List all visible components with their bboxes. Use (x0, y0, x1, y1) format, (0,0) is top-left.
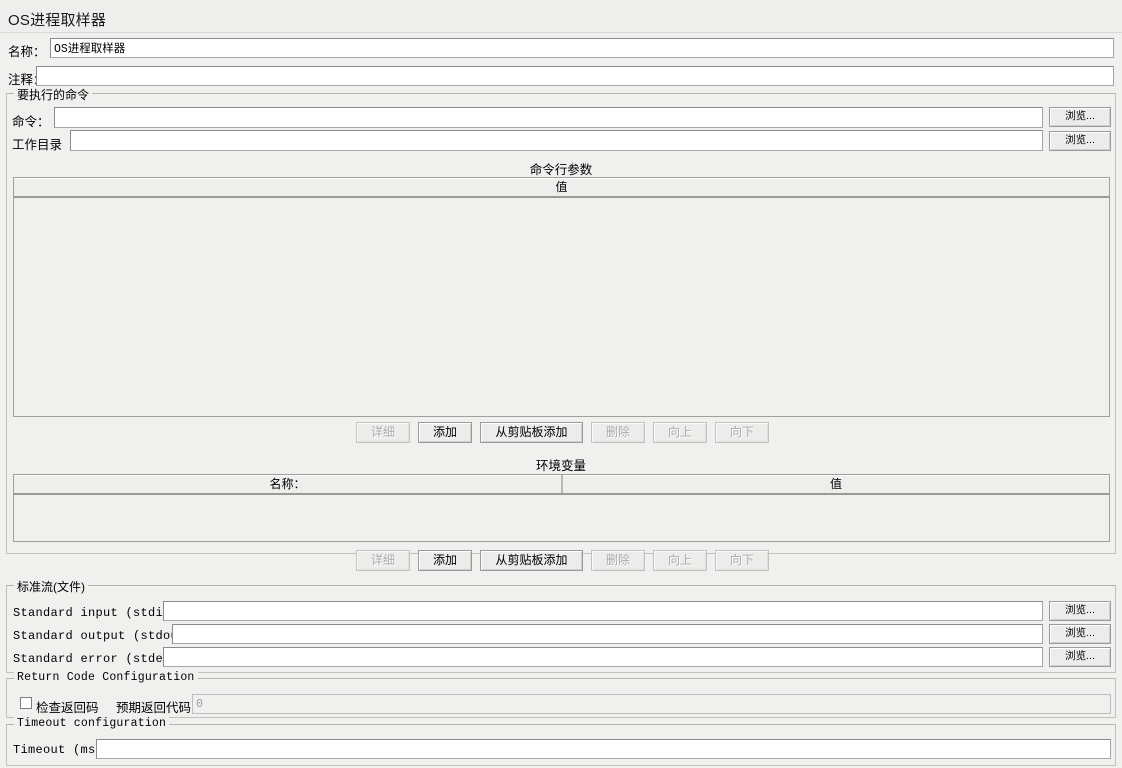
command-input[interactable] (54, 107, 1043, 128)
environment-table[interactable]: 名称： 值 (13, 474, 1110, 542)
stdin-input[interactable] (163, 601, 1043, 621)
command-label: 命令： (12, 115, 50, 129)
environment-add-from-clipboard-button[interactable]: 从剪贴板添加 (480, 550, 583, 571)
check-return-code-checkbox[interactable] (20, 697, 32, 709)
arguments-table[interactable]: 值 (13, 177, 1110, 417)
stderr-input[interactable] (163, 647, 1043, 667)
environment-up-button[interactable]: 向上 (653, 550, 707, 571)
workdir-input[interactable] (70, 130, 1043, 151)
arguments-delete-button[interactable]: 删除 (591, 422, 645, 443)
arguments-add-button[interactable]: 添加 (418, 422, 472, 443)
timeout-input[interactable] (96, 739, 1111, 759)
environment-down-button[interactable]: 向下 (715, 550, 769, 571)
os-process-sampler-window: OS进程取样器 名称： 注释： 要执行的命令 命令： 浏览... 工作目录 浏览… (0, 0, 1122, 768)
environment-column-name[interactable]: 名称： (14, 475, 561, 493)
standard-streams-panel-title: 标准流(文件) (14, 578, 88, 595)
arguments-up-button[interactable]: 向上 (653, 422, 707, 443)
arguments-down-button[interactable]: 向下 (715, 422, 769, 443)
stdin-browse-button[interactable]: 浏览... (1049, 601, 1111, 621)
timeout-label: Timeout (ms) (13, 743, 104, 757)
workdir-label: 工作目录 (12, 138, 63, 152)
arguments-table-header: 值 (14, 178, 1109, 198)
comment-input[interactable] (36, 66, 1114, 86)
arguments-add-from-clipboard-button[interactable]: 从剪贴板添加 (480, 422, 583, 443)
environment-delete-button[interactable]: 删除 (591, 550, 645, 571)
workdir-browse-button[interactable]: 浏览... (1049, 131, 1111, 151)
arguments-detail-button[interactable]: 详细 (356, 422, 410, 443)
arguments-column-value[interactable]: 值 (14, 178, 1109, 196)
name-input[interactable] (50, 38, 1114, 58)
stdin-label: Standard input (stdin): (13, 606, 186, 620)
command-panel-title: 要执行的命令 (14, 86, 93, 103)
stderr-browse-button[interactable]: 浏览... (1049, 647, 1111, 667)
environment-table-header: 名称： 值 (14, 475, 1109, 495)
timeout-panel-title: Timeout configuration (14, 717, 170, 730)
page-title: OS进程取样器 (8, 12, 107, 29)
return-code-panel-title: Return Code Configuration (14, 671, 198, 684)
environment-detail-button[interactable]: 详细 (356, 550, 410, 571)
expected-return-code-label: 预期返回代码： (116, 701, 204, 715)
environment-add-button[interactable]: 添加 (418, 550, 472, 571)
name-label: 名称： (8, 45, 46, 59)
check-return-code-label: 检查返回码 (36, 701, 99, 715)
environment-table-body[interactable] (14, 495, 1109, 541)
arguments-caption: 命令行参数 (529, 163, 593, 177)
stdout-input[interactable] (172, 624, 1043, 644)
environment-column-value[interactable]: 值 (561, 475, 1109, 493)
window-titlebar: OS进程取样器 (0, 0, 1122, 33)
environment-caption: 环境变量 (535, 459, 586, 473)
expected-return-code-input[interactable] (192, 694, 1111, 714)
arguments-table-body[interactable] (14, 198, 1109, 416)
command-browse-button[interactable]: 浏览... (1049, 107, 1111, 127)
stdout-browse-button[interactable]: 浏览... (1049, 624, 1111, 644)
